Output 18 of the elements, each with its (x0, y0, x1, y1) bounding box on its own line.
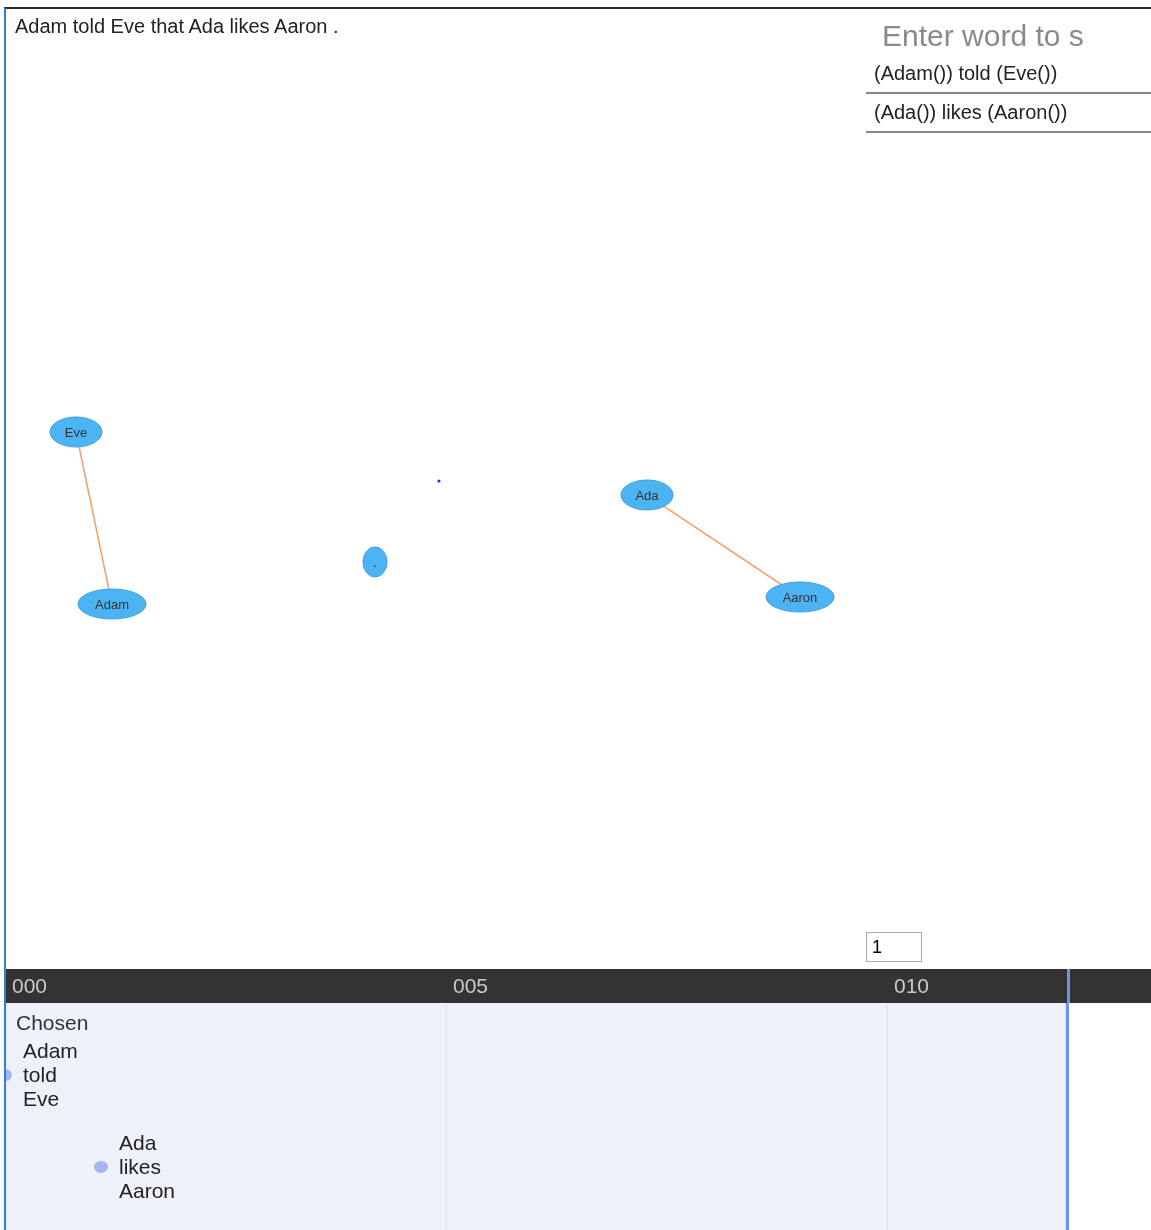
sentence-text: Adam told Eve that Ada likes Aaron . (14, 14, 339, 38)
graph-node[interactable]: Aaron (765, 581, 835, 613)
timeline-item[interactable]: Adam told Eve (23, 1039, 78, 1111)
tick-label: 000 (12, 974, 48, 997)
result-item[interactable]: (Ada()) likes (Aaron()) (866, 94, 1151, 133)
tick-label: 005 (453, 974, 489, 997)
number-field[interactable]: 1 (866, 932, 922, 962)
result-item[interactable]: (Adam()) told (Eve()) (866, 55, 1151, 94)
group-label: Chosen (16, 1011, 90, 1035)
graph-node[interactable]: Ada (620, 479, 674, 511)
graph-node[interactable]: Eve (49, 416, 103, 448)
timeline-dot[interactable] (94, 1161, 108, 1173)
timeline-item[interactable]: Ada likes Aaron (119, 1131, 176, 1203)
graph-node[interactable]: . (362, 546, 388, 578)
tick-label: 010 (894, 974, 930, 997)
point-icon (437, 479, 441, 483)
graph-node[interactable]: Adam (77, 588, 147, 620)
search-field[interactable]: Enter word to s (866, 17, 1151, 55)
